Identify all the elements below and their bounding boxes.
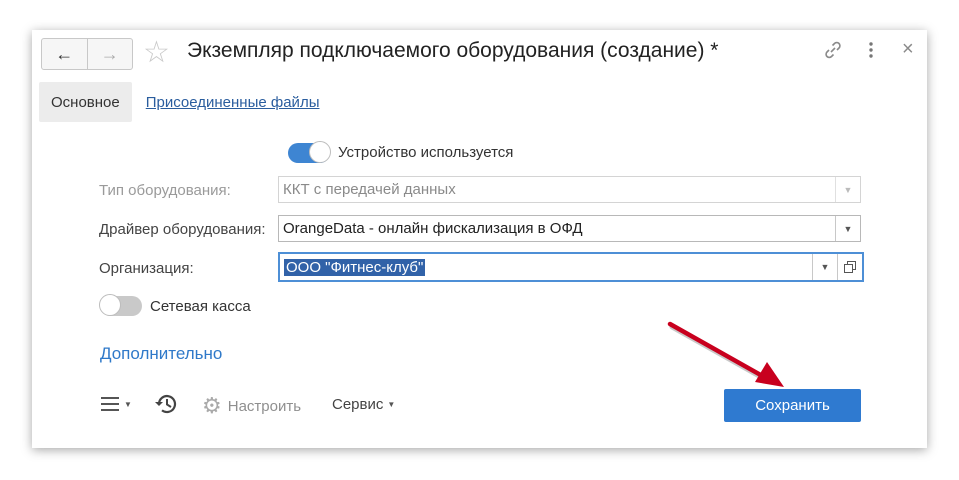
back-button[interactable]: ← (42, 39, 88, 69)
toggle-knob (309, 141, 331, 163)
link-icon[interactable] (823, 40, 843, 65)
hamburger-menu-icon (101, 397, 119, 411)
service-label: Сервис (332, 396, 384, 413)
device-used-toggle[interactable] (288, 141, 331, 163)
open-icon[interactable] (837, 254, 862, 280)
chevron-down-icon: ▼ (835, 177, 860, 202)
more-link[interactable]: Дополнительно (100, 344, 222, 364)
gear-icon: ⚙ (202, 393, 222, 418)
history-icon (155, 395, 177, 414)
organization-value-wrap: ООО "Фитнес-клуб" (280, 258, 812, 276)
close-icon[interactable]: × (902, 38, 914, 61)
device-used-label: Устройство используется (338, 144, 514, 161)
save-button[interactable]: Сохранить (724, 389, 861, 422)
service-menu-button[interactable]: Сервис ▼ (332, 396, 395, 413)
arrow-left-icon: ← (55, 43, 74, 64)
driver-value[interactable]: OrangeData - онлайн фискализация в ОФД (279, 220, 835, 237)
organization-label: Организация: (99, 260, 194, 277)
star-icon[interactable]: ☆ (143, 36, 170, 70)
equipment-type-field: ККТ с передачей данных ▼ (278, 176, 861, 203)
organization-field[interactable]: ООО "Фитнес-клуб" ▼ (278, 252, 864, 282)
organization-value[interactable]: ООО "Фитнес-клуб" (284, 258, 426, 276)
tab-bar: Основное Присоединенные файлы (39, 82, 319, 122)
navigation-buttons: ← → (41, 38, 133, 70)
tab-attached-files[interactable]: Присоединенные файлы (146, 94, 320, 111)
forward-button[interactable]: → (88, 39, 133, 69)
network-register-toggle[interactable] (99, 294, 142, 316)
network-register-label: Сетевая касса (150, 298, 251, 315)
equipment-type-value: ККТ с передачей данных (283, 181, 456, 198)
toggle-knob (99, 294, 121, 316)
caret-down-icon: ▼ (387, 400, 396, 409)
configure-label: Настроить (227, 397, 302, 415)
equipment-type-label: Тип оборудования: (99, 182, 231, 199)
driver-label: Драйвер оборудования: (99, 221, 266, 238)
tab-main[interactable]: Основное (39, 82, 132, 122)
driver-field[interactable]: OrangeData - онлайн фискализация в ОФД ▼ (278, 215, 861, 242)
all-actions-menu-button[interactable]: ▼ (101, 396, 132, 412)
history-button[interactable] (153, 392, 179, 416)
chevron-down-icon[interactable]: ▼ (835, 216, 860, 241)
configure-button[interactable]: ⚙ Настроить (202, 393, 301, 419)
form-window: ← → ☆ Экземпляр подключаемого оборудован… (32, 30, 927, 448)
caret-down-icon: ▼ (124, 399, 132, 409)
chevron-down-icon[interactable]: ▼ (812, 254, 837, 280)
arrow-right-icon: → (100, 43, 119, 64)
annotation-arrow (667, 321, 784, 387)
page-title: Экземпляр подключаемого оборудования (со… (187, 39, 719, 62)
kebab-menu-icon[interactable] (868, 41, 874, 64)
